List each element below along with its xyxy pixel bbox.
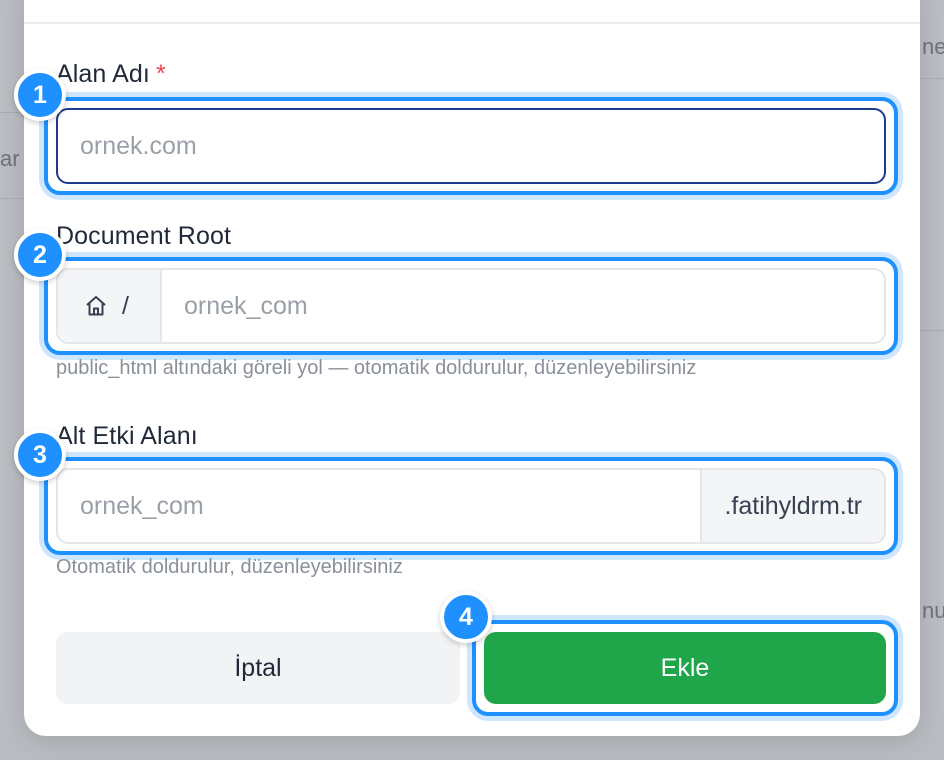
step-badge-1: 1 [14,69,66,121]
step-badge-4: 4 [440,591,492,643]
document-root-hint: public_html altındaki göreli yol — otoma… [56,357,697,379]
background-text-fragment: ne [922,34,944,59]
document-root-label: Document Root [56,222,231,250]
domain-input[interactable] [58,110,884,182]
step-badge-2: 2 [14,229,66,281]
subdomain-input[interactable] [58,470,701,542]
document-root-field[interactable]: / [56,268,886,344]
subdomain-field[interactable]: .fatihyldrm.tr [56,468,886,544]
background-text-fragment: ar [0,146,20,171]
subdomain-label: Alt Etki Alanı [56,422,198,450]
required-marker: * [155,60,166,88]
add-button[interactable]: Ekle [484,632,886,704]
document-root-input[interactable] [162,270,884,342]
document-root-prefix-text: / [122,291,129,320]
document-root-prefix: / [58,270,162,342]
dialog-header-divider [24,22,920,24]
domain-field[interactable] [56,108,886,184]
domain-label: Alan Adı * [56,60,166,89]
background-divider [920,330,944,331]
step-badge-3: 3 [14,429,66,481]
background-divider [0,198,24,199]
subdomain-hint: Otomatik doldurulur, düzenleyebilirsiniz [56,556,403,578]
background-divider [920,78,944,79]
subdomain-suffix: .fatihyldrm.tr [700,470,884,542]
background-text-fragment: nu [922,598,944,623]
cancel-button[interactable]: İptal [56,632,460,704]
home-icon [84,294,108,318]
domain-label-text: Alan Adı [56,60,150,88]
